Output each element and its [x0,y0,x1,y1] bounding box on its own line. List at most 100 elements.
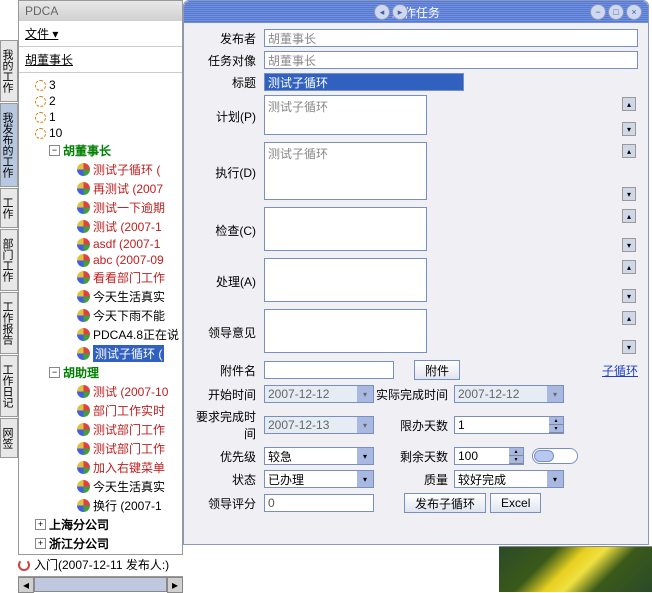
tree-item[interactable]: abc (2007-09 [93,253,164,267]
tree-item[interactable]: asdf (2007-1 [93,237,160,251]
spin-up-icon[interactable]: ▴ [549,417,563,425]
tree-company[interactable]: 浙江分公司 [49,535,109,551]
tree-item[interactable]: 今天生活真实 [93,288,165,305]
status-select[interactable]: 已办理▾ [264,470,374,488]
quality-select[interactable]: 较好完成▾ [454,470,564,488]
attach-button[interactable]: 附件 [414,360,460,380]
sidebar-tab-report[interactable]: 工作报告 [0,292,18,354]
act-textarea[interactable] [264,258,427,302]
tree-item[interactable]: 今天生活真实 [93,478,165,495]
next-button[interactable]: ▸ [392,4,408,20]
file-menu[interactable]: 文件 ▾ [25,27,58,41]
horizontal-scrollbar[interactable]: ◂ ▸ [18,576,183,592]
tree-count[interactable]: 10 [49,126,62,140]
expand-icon[interactable]: + [35,538,46,549]
sidebar-tab-published[interactable]: 我发布的工作 [0,103,18,187]
tree-item[interactable]: 换行 (2007-1 [93,497,162,514]
label-required-end: 要求完成时间 [194,408,264,442]
slider-thumb[interactable] [534,450,554,462]
scroll-up-icon[interactable]: ▴ [622,209,636,223]
target-input[interactable] [264,51,638,69]
scroll-down-icon[interactable]: ▾ [622,289,636,303]
tree-item[interactable]: 测试一下逾期 [93,199,165,216]
calendar-icon[interactable]: ▾ [357,386,373,402]
scroll-up-icon[interactable]: ▴ [622,144,636,158]
scroll-up-icon[interactable]: ▴ [622,97,636,111]
work-tree[interactable]: 3 2 1 10 −胡董事长 测试子循环 ( 再测试 (2007 测试一下逾期 … [19,73,182,551]
scroll-right-icon[interactable]: ▸ [167,577,183,593]
scroll-up-icon[interactable]: ▴ [622,311,636,325]
label-opinion: 领导意见 [194,324,264,341]
label-priority: 优先级 [194,448,264,465]
tree-count[interactable]: 2 [49,94,56,108]
scroll-left-icon[interactable]: ◂ [18,577,34,593]
plan-textarea[interactable] [264,95,427,135]
tree-count[interactable]: 3 [49,78,56,92]
scroll-up-icon[interactable]: ▴ [622,260,636,274]
pdca-icon [77,271,90,284]
tree-item[interactable]: 测试子循环 ( [93,161,160,178]
tree-item[interactable]: 测试 (2007-1 [93,218,162,235]
tree-item[interactable]: 测试部门工作 [93,440,165,457]
tree-item[interactable]: 部门工作实时 [93,402,165,419]
spin-up-icon[interactable]: ▴ [509,448,523,456]
calendar-icon[interactable]: ▾ [547,386,563,402]
pdca-icon [77,163,90,176]
circle-icon [35,96,46,107]
tree-item[interactable]: 今天下雨不能 [93,307,165,324]
spin-down-icon[interactable]: ▾ [509,456,523,464]
collapse-icon[interactable]: − [49,367,60,378]
spin-down-icon[interactable]: ▾ [549,425,563,433]
tree-owner[interactable]: 胡助理 [63,364,99,381]
scroll-down-icon[interactable]: ▾ [622,340,636,354]
task-form-panel: ◂ ▸ 工作任务 − □ × 发布者 任务对像 标题测试子循环 计划(P)▴▾ … [183,0,649,545]
scroll-down-icon[interactable]: ▾ [622,187,636,201]
sidebar-tab-dept[interactable]: 部门工作 [0,229,18,291]
close-button[interactable]: × [626,4,642,20]
collapse-icon[interactable]: − [49,145,60,156]
do-textarea[interactable] [264,142,427,200]
calendar-icon[interactable]: ▾ [357,417,373,433]
subject-input[interactable]: 测试子循环 [264,73,464,91]
check-textarea[interactable] [264,207,427,251]
chevron-down-icon[interactable]: ▾ [357,448,373,464]
excel-button[interactable]: Excel [490,493,541,513]
maximize-button[interactable]: □ [608,4,624,20]
attach-name-input[interactable] [264,361,394,379]
expand-icon[interactable]: + [35,519,46,530]
sidebar-tab-mywork[interactable]: 我的工作 [0,40,18,102]
limit-days-spinner[interactable]: 1▴▾ [454,416,564,434]
tree-item-selected[interactable]: 测试子循环 ( [93,345,164,362]
remain-days-spinner[interactable]: 100▴▾ [454,447,524,465]
scroll-thumb[interactable] [34,577,167,592]
scroll-down-icon[interactable]: ▾ [622,122,636,136]
tree-item[interactable]: 看看部门工作 [93,269,165,286]
subloop-link[interactable]: 子循环 [602,362,638,379]
tree-item[interactable]: 再测试 (2007 [93,180,163,197]
actual-end-date-input[interactable]: 2007-12-12▾ [454,385,564,403]
tree-owner[interactable]: 胡董事长 [63,142,111,159]
chevron-down-icon[interactable]: ▾ [357,471,373,487]
priority-select[interactable]: 较急▾ [264,447,374,465]
tree-item[interactable]: 测试 (2007-10 [93,383,168,400]
tree-item[interactable]: PDCA4.8正在说 [93,326,179,343]
tree-company[interactable]: 上海分公司 [49,516,109,533]
progress-slider[interactable] [532,448,578,464]
score-input[interactable] [264,494,374,512]
minimize-button[interactable]: − [590,4,606,20]
sidebar-tab-netsign[interactable]: 网签 [0,418,18,458]
required-end-date-input[interactable]: 2007-12-13▾ [264,416,374,434]
publisher-input[interactable] [264,29,638,47]
left-title-bar: PDCA [19,1,182,21]
start-date-input[interactable]: 2007-12-12▾ [264,385,374,403]
tree-item[interactable]: 测试部门工作 [93,421,165,438]
opinion-textarea[interactable] [264,309,427,353]
sidebar-tab-diary[interactable]: 工作日记 [0,355,18,417]
sidebar-tab-work[interactable]: 工作 [0,188,18,228]
tree-count[interactable]: 1 [49,110,56,124]
scroll-down-icon[interactable]: ▾ [622,238,636,252]
chevron-down-icon[interactable]: ▾ [547,471,563,487]
tree-item[interactable]: 加入右键菜单 [93,459,165,476]
prev-button[interactable]: ◂ [374,4,390,20]
publish-subloop-button[interactable]: 发布子循环 [404,493,486,513]
